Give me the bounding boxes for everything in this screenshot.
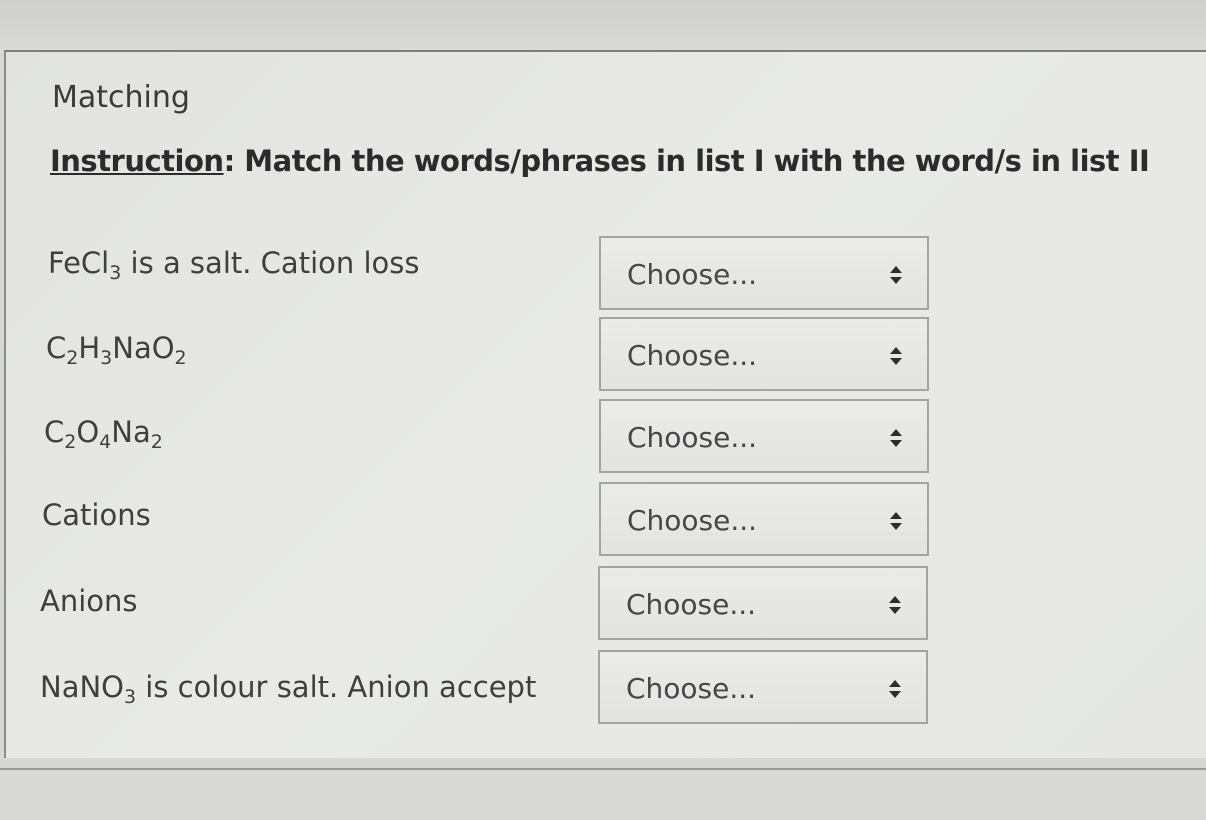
term-subscript: 2 bbox=[150, 431, 163, 453]
up-down-arrows-icon bbox=[889, 510, 903, 532]
term-subscript: 3 bbox=[123, 686, 137, 708]
up-down-arrows-icon bbox=[888, 678, 902, 700]
answer-select-3[interactable]: Choose... bbox=[599, 399, 929, 473]
answer-select-2[interactable]: Choose... bbox=[599, 317, 929, 391]
question-heading: Matching bbox=[52, 80, 190, 115]
term-text: Na bbox=[111, 415, 151, 449]
term-text: Anions bbox=[40, 584, 138, 618]
term-text: C bbox=[44, 415, 65, 449]
term-text: H bbox=[78, 331, 101, 365]
term-text: NaO bbox=[112, 331, 175, 365]
up-down-arrows-icon bbox=[889, 345, 903, 367]
instruction-body: : Match the words/phrases in list I with… bbox=[223, 144, 1150, 178]
select-value: Choose... bbox=[627, 421, 758, 454]
list-item-term: NaNO3 is colour salt. Anion accept bbox=[40, 670, 537, 707]
matching-row-4: Cations Choose... bbox=[0, 482, 1206, 562]
term-subscript: 3 bbox=[109, 262, 122, 284]
list-item-term: C2H3NaO2 bbox=[46, 331, 187, 368]
matching-row-6: NaNO3 is colour salt. Anion accept Choos… bbox=[0, 650, 1206, 730]
term-subscript: 4 bbox=[99, 431, 112, 453]
term-subscript: 2 bbox=[64, 431, 77, 453]
term-text: is a salt. Cation loss bbox=[121, 246, 420, 280]
matching-row-3: C2O4Na2 Choose... bbox=[0, 399, 1206, 479]
matching-row-1: FeCl3 is a salt. Cation loss Choose... bbox=[0, 236, 1206, 316]
select-value: Choose... bbox=[626, 672, 757, 705]
term-subscript: 3 bbox=[100, 347, 113, 369]
up-down-arrows-icon bbox=[889, 264, 903, 286]
select-value: Choose... bbox=[626, 588, 757, 621]
term-text: FeCl bbox=[48, 246, 110, 280]
instruction-text: Instruction: Match the words/phrases in … bbox=[50, 144, 1150, 178]
page-background-top bbox=[0, 0, 1206, 52]
up-down-arrows-icon bbox=[888, 594, 902, 616]
instruction-label: Instruction bbox=[50, 144, 224, 178]
select-value: Choose... bbox=[627, 258, 758, 291]
select-value: Choose... bbox=[627, 339, 758, 372]
page-background-bottom bbox=[0, 770, 1206, 820]
answer-select-1[interactable]: Choose... bbox=[599, 236, 929, 310]
term-text: is colour salt. Anion accept bbox=[136, 670, 537, 704]
select-value: Choose... bbox=[627, 504, 758, 537]
matching-row-5: Anions Choose... bbox=[0, 566, 1206, 646]
list-item-term: C2O4Na2 bbox=[44, 415, 163, 452]
answer-select-4[interactable]: Choose... bbox=[599, 482, 929, 556]
up-down-arrows-icon bbox=[889, 427, 903, 449]
list-item-term: Anions bbox=[40, 584, 138, 618]
matching-row-2: C2H3NaO2 Choose... bbox=[0, 317, 1206, 397]
list-item-term: FeCl3 is a salt. Cation loss bbox=[48, 246, 420, 283]
term-text: NaNO bbox=[40, 670, 124, 704]
term-text: C bbox=[46, 331, 67, 365]
term-subscript: 2 bbox=[174, 347, 187, 369]
answer-select-5[interactable]: Choose... bbox=[598, 566, 928, 640]
term-text: O bbox=[76, 415, 100, 449]
term-text: Cations bbox=[42, 498, 151, 532]
list-item-term: Cations bbox=[42, 498, 151, 532]
term-subscript: 2 bbox=[66, 347, 79, 369]
answer-select-6[interactable]: Choose... bbox=[598, 650, 928, 724]
